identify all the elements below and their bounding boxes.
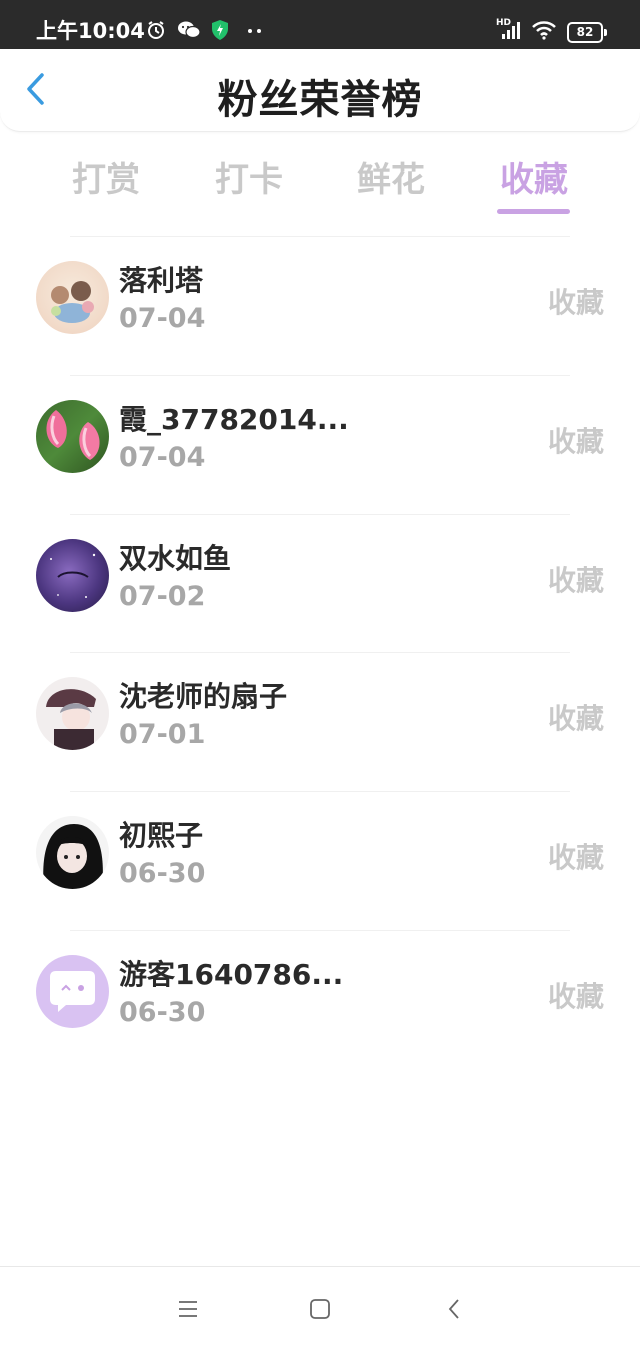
fan-name: 霞_37782014... — [119, 403, 349, 436]
more-notifications-icon — [248, 29, 261, 33]
fan-date: 07-04 — [119, 442, 206, 473]
avatar — [36, 677, 109, 750]
avatar-image — [51, 281, 94, 323]
system-nav-bar — [0, 1266, 640, 1352]
fan-name: 落利塔 — [119, 264, 204, 297]
fan-date: 06-30 — [119, 997, 206, 1028]
tab-flowers[interactable]: 鲜花 — [336, 152, 446, 202]
fan-date: 07-04 — [119, 303, 206, 334]
avatar — [36, 400, 109, 473]
fan-date: 07-02 — [119, 581, 206, 612]
avatar-image — [43, 824, 103, 889]
favorite-label: 收藏 — [547, 841, 604, 874]
guest-chat-bubble-icon — [50, 971, 95, 1012]
wifi-icon — [532, 21, 556, 40]
favorite-label: 收藏 — [547, 425, 604, 458]
list-item[interactable]: 双水如鱼 07-02 收藏 — [0, 515, 640, 653]
fan-name: 双水如鱼 — [119, 542, 232, 575]
menu-icon[interactable] — [176, 1297, 200, 1321]
fan-name: 沈老师的扇子 — [119, 680, 288, 713]
home-icon[interactable] — [308, 1297, 332, 1321]
tab-favorites[interactable]: 收藏 — [479, 152, 589, 202]
avatar — [36, 955, 109, 1028]
battery-indicator: 82 — [567, 22, 607, 43]
cellular-signal-icon — [502, 22, 520, 39]
page-title: 粉丝荣誉榜 — [217, 77, 423, 123]
list-item[interactable]: 游客1640786... 06-30 收藏 — [0, 931, 640, 1069]
list-item[interactable]: 落利塔 07-04 收藏 — [0, 237, 640, 375]
fan-date: 07-01 — [119, 719, 206, 750]
avatar-image — [46, 410, 100, 460]
favorite-label: 收藏 — [547, 980, 604, 1013]
avatar — [36, 261, 109, 334]
tab-checkin[interactable]: 打卡 — [194, 152, 304, 202]
avatar-image — [50, 553, 96, 598]
active-tab-indicator — [497, 209, 570, 214]
list-item[interactable]: 霞_37782014... 07-04 收藏 — [0, 376, 640, 514]
fan-date: 06-30 — [119, 858, 206, 889]
avatar — [36, 539, 109, 612]
avatar-image — [46, 689, 96, 750]
wechat-icon — [178, 21, 201, 39]
tab-tips[interactable]: 打赏 — [51, 152, 161, 202]
avatar — [36, 816, 109, 889]
favorite-label: 收藏 — [547, 702, 604, 735]
fan-name: 游客1640786... — [119, 958, 344, 991]
header: 粉丝荣誉榜 — [0, 49, 640, 132]
status-time: 上午10:04 — [36, 19, 145, 43]
alarm-icon — [148, 21, 164, 39]
fan-name: 初熙子 — [119, 819, 204, 852]
list-item[interactable]: 初熙子 06-30 收藏 — [0, 792, 640, 930]
list-item[interactable]: 沈老师的扇子 07-01 收藏 — [0, 653, 640, 791]
status-bar: 上午10:04 HD 82 — [0, 0, 640, 49]
favorite-label: 收藏 — [547, 564, 604, 597]
favorite-label: 收藏 — [547, 286, 604, 319]
back-icon[interactable] — [443, 1297, 467, 1321]
security-shield-icon — [212, 20, 228, 40]
